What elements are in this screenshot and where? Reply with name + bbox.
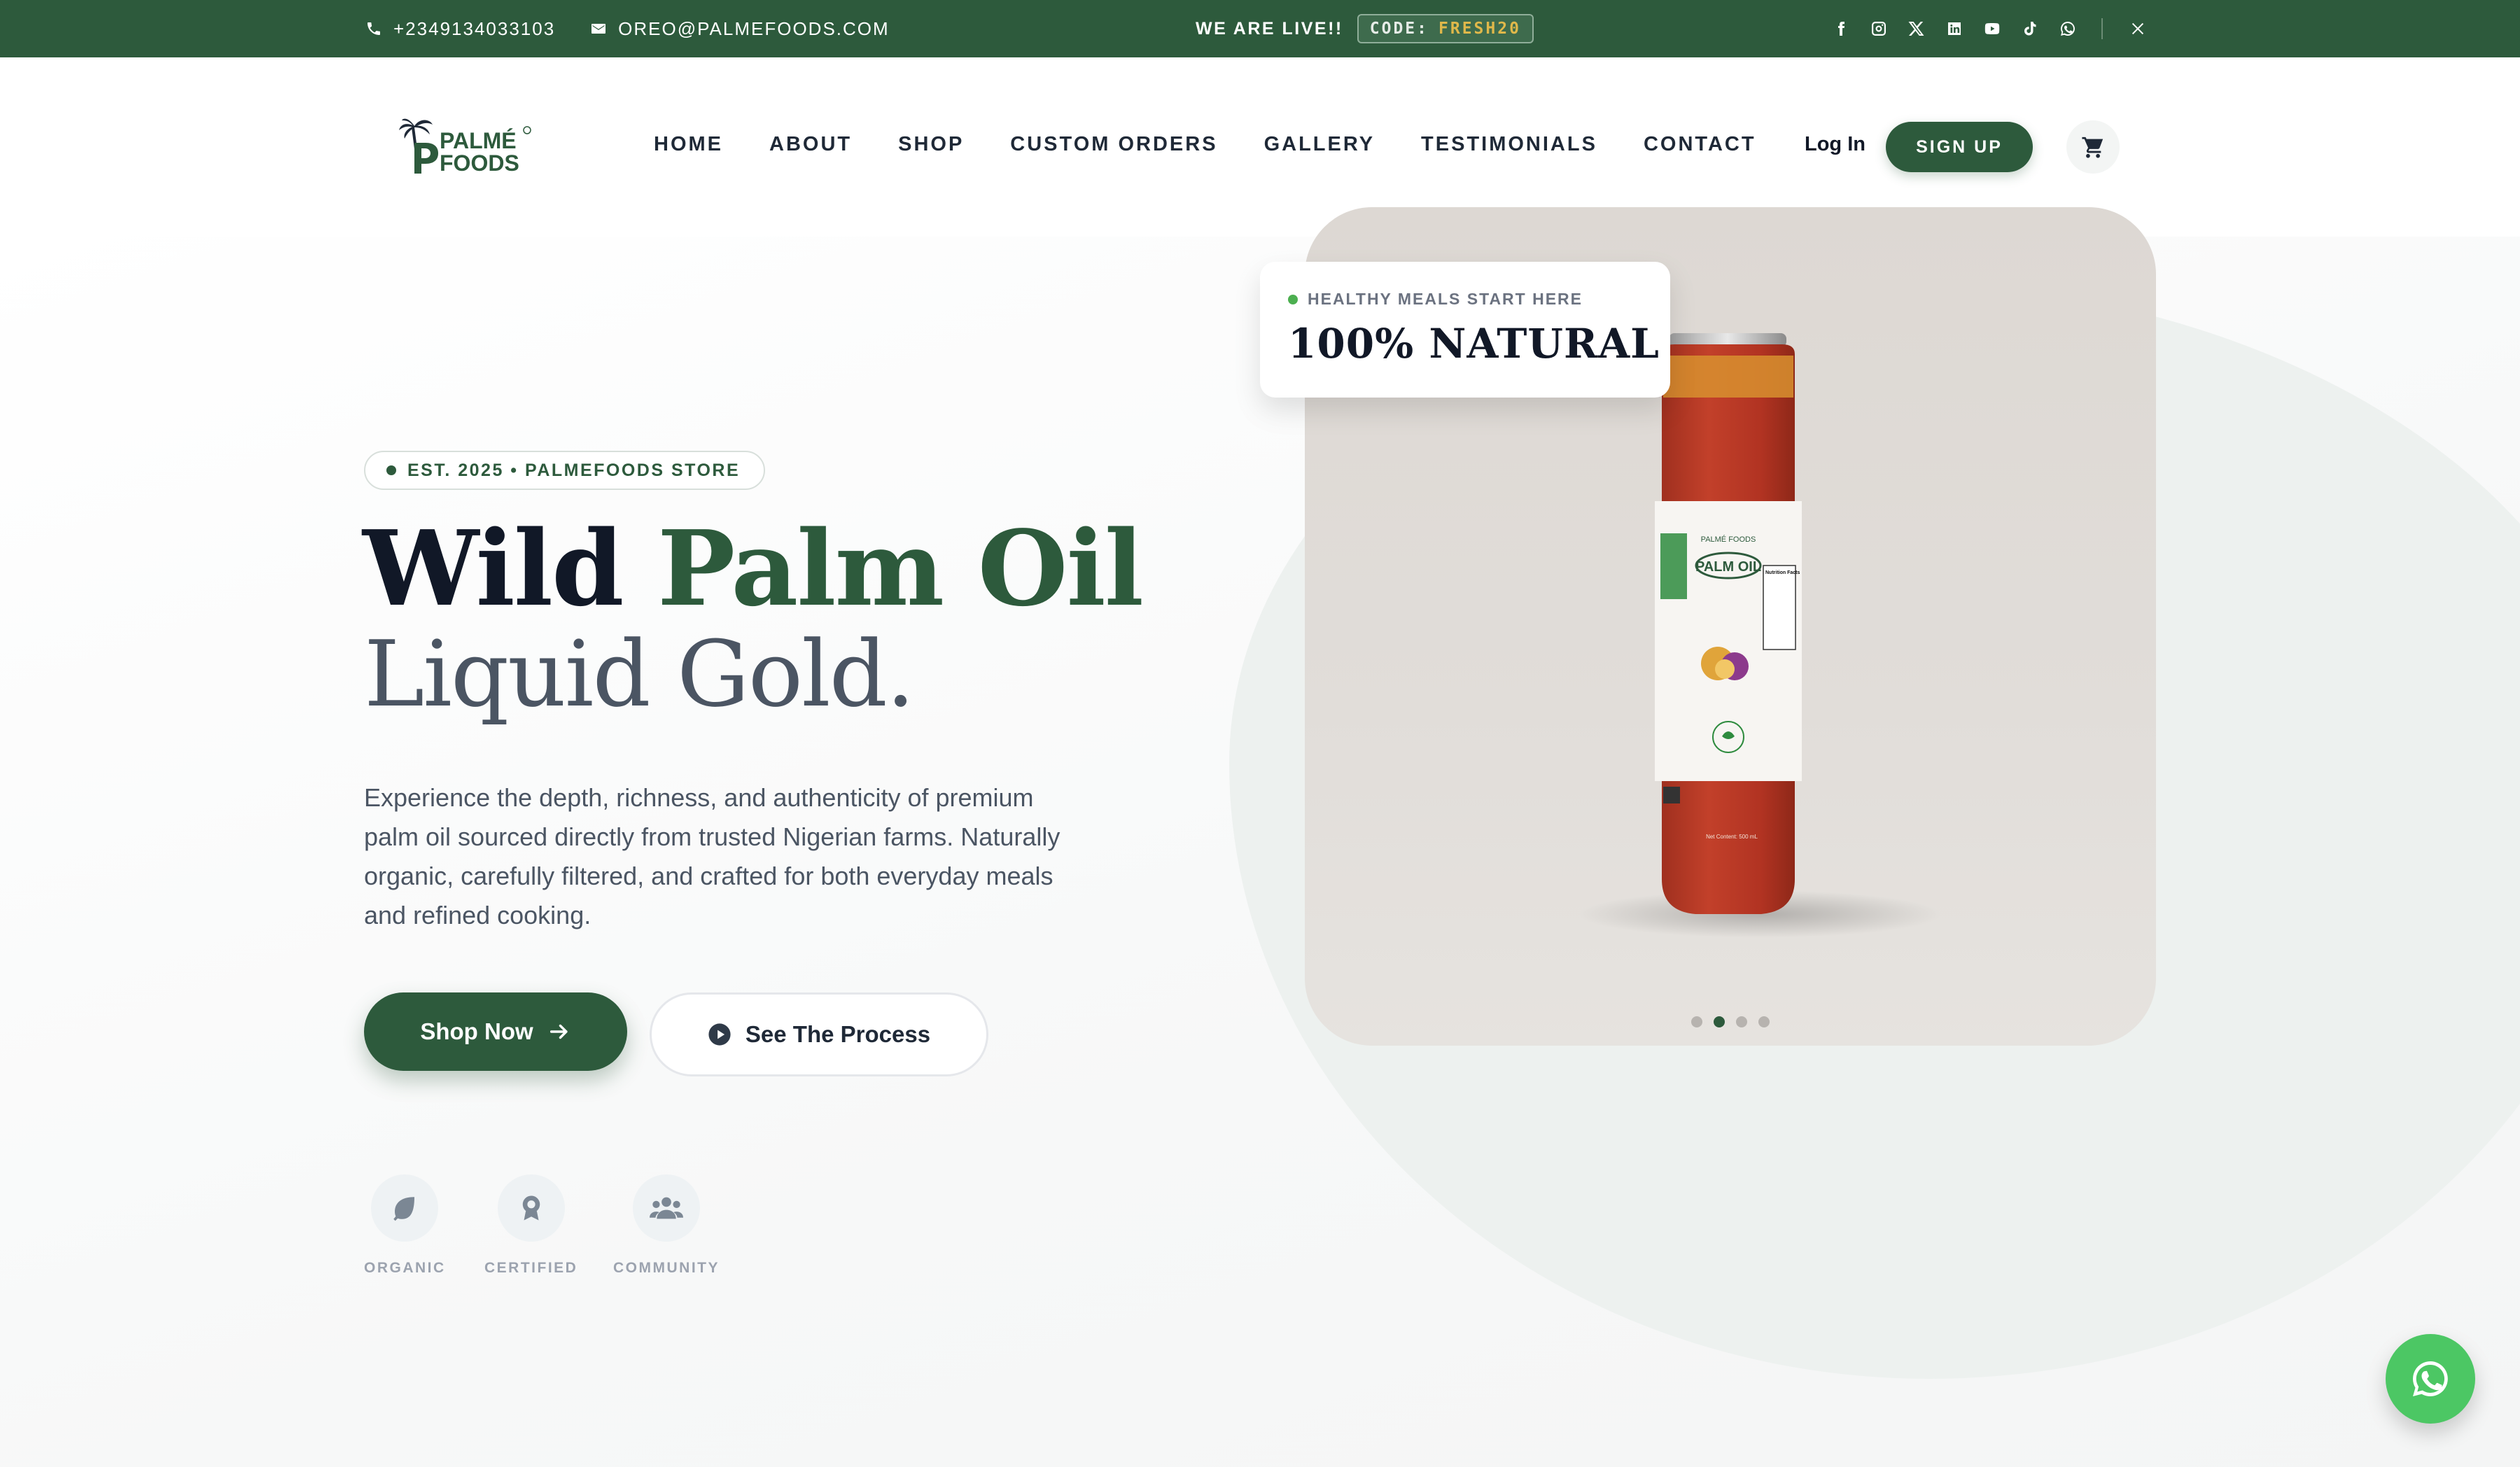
tiktok-icon[interactable] xyxy=(2022,20,2038,37)
svg-text:Nutrition Facts: Nutrition Facts xyxy=(1765,570,1800,575)
callout-title: 100% NATURAL xyxy=(1288,320,1660,367)
nav-contact[interactable]: CONTACT xyxy=(1644,133,1756,156)
leaf-icon xyxy=(371,1174,439,1242)
linkedin-icon[interactable] xyxy=(1946,20,1963,37)
promo-code-value: FRESH20 xyxy=(1438,20,1521,38)
cart-icon xyxy=(2082,136,2104,158)
nav-about[interactable]: ABOUT xyxy=(769,133,852,156)
cart-button[interactable] xyxy=(2066,120,2120,174)
hero-title: Wild Palm Oil xyxy=(363,517,1144,620)
x-icon[interactable] xyxy=(1908,20,1925,37)
play-circle-icon xyxy=(708,1023,731,1046)
promo-code-badge[interactable]: CODE: FRESH20 xyxy=(1357,14,1534,43)
phone-icon xyxy=(368,22,380,35)
badge-text: EST. 2025 • PALMEFOODS STORE xyxy=(407,460,741,480)
contact-info: +2349134033103 OREO@PALMEFOODS.COM xyxy=(365,0,890,57)
hero-title-highlight: Palm Oil xyxy=(657,507,1144,629)
hero-subtitle: Liquid Gold. xyxy=(364,621,915,727)
whatsapp-chat-button[interactable] xyxy=(2386,1334,2475,1424)
badge-dot xyxy=(386,465,396,475)
feature-community-label: COMMUNITY xyxy=(613,1260,720,1276)
feature-organic-label: ORGANIC xyxy=(364,1260,446,1276)
youtube-icon[interactable] xyxy=(1984,20,2001,37)
site-header: PALMÉ FOODS HOME ABOUT SHOP CUSTOM ORDER… xyxy=(0,57,2520,237)
feature-certified: CERTIFIED xyxy=(484,1174,578,1277)
carousel-indicators xyxy=(1691,1016,1770,1027)
see-process-label: See The Process xyxy=(745,1021,931,1047)
nav-testimonials[interactable]: TESTIMONIALS xyxy=(1421,133,1597,156)
see-process-button[interactable]: See The Process xyxy=(650,992,988,1076)
established-badge: EST. 2025 • PALMEFOODS STORE xyxy=(364,451,766,490)
shop-now-button[interactable]: Shop Now xyxy=(364,992,627,1071)
main-nav: HOME ABOUT SHOP CUSTOM ORDERS GALLERY TE… xyxy=(654,133,1756,156)
svg-text:PALM OIL: PALM OIL xyxy=(1695,559,1761,575)
feature-organic: ORGANIC xyxy=(364,1174,446,1277)
callout-eyebrow-text: HEALTHY MEALS START HERE xyxy=(1308,290,1583,308)
svg-text:FOODS: FOODS xyxy=(440,150,519,176)
users-icon xyxy=(633,1174,700,1242)
whatsapp-icon[interactable] xyxy=(2059,20,2076,37)
topbar-divider xyxy=(2101,18,2103,39)
svg-text:PALMÉ: PALMÉ xyxy=(440,128,517,153)
carousel-dot-active[interactable] xyxy=(1714,1016,1725,1027)
brand-logo[interactable]: PALMÉ FOODS xyxy=(399,115,532,185)
phone-number: +2349134033103 xyxy=(393,17,556,39)
whatsapp-icon xyxy=(2413,1361,2448,1396)
email-link[interactable]: OREO@PALMEFOODS.COM xyxy=(590,18,890,40)
carousel-dot[interactable] xyxy=(1736,1016,1747,1027)
login-link[interactable]: Log In xyxy=(1805,133,1865,156)
shop-now-label: Shop Now xyxy=(420,1018,533,1044)
nav-shop[interactable]: SHOP xyxy=(898,133,964,156)
award-icon xyxy=(497,1174,565,1242)
carousel-dot[interactable] xyxy=(1691,1016,1702,1027)
arrow-right-icon xyxy=(550,1024,568,1039)
facebook-icon[interactable] xyxy=(1833,20,1849,37)
email-address: OREO@PALMEFOODS.COM xyxy=(618,17,890,39)
feature-community: COMMUNITY xyxy=(613,1174,720,1277)
instagram-icon[interactable] xyxy=(1870,20,1887,37)
envelope-icon xyxy=(592,24,606,34)
nav-gallery[interactable]: GALLERY xyxy=(1264,133,1375,156)
nav-home[interactable]: HOME xyxy=(654,133,723,156)
svg-text:PALMÉ FOODS: PALMÉ FOODS xyxy=(1701,535,1756,544)
svg-text:Net Content: 500 mL: Net Content: 500 mL xyxy=(1706,834,1758,840)
callout-dot xyxy=(1288,294,1298,304)
close-icon[interactable] xyxy=(2129,20,2146,37)
natural-callout: HEALTHY MEALS START HERE 100% NATURAL xyxy=(1260,262,1670,398)
carousel-dot[interactable] xyxy=(1758,1016,1770,1027)
promo-code-label: CODE: xyxy=(1369,20,1429,38)
promo-notice: WE ARE LIVE!! CODE: FRESH20 xyxy=(1196,0,1534,57)
social-links xyxy=(1833,0,2146,57)
hero-description: Experience the depth, richness, and auth… xyxy=(364,783,1060,929)
live-text: WE ARE LIVE!! xyxy=(1196,18,1343,38)
signup-button[interactable]: SIGN UP xyxy=(1886,122,2033,172)
feature-certified-label: CERTIFIED xyxy=(484,1260,578,1276)
nav-custom-orders[interactable]: CUSTOM ORDERS xyxy=(1010,133,1217,156)
announcement-bar: +2349134033103 OREO@PALMEFOODS.COM WE AR… xyxy=(0,0,2520,57)
phone-link[interactable]: +2349134033103 xyxy=(365,18,555,40)
hero-title-word: Wild xyxy=(363,507,624,629)
callout-eyebrow: HEALTHY MEALS START HERE xyxy=(1288,290,1670,309)
